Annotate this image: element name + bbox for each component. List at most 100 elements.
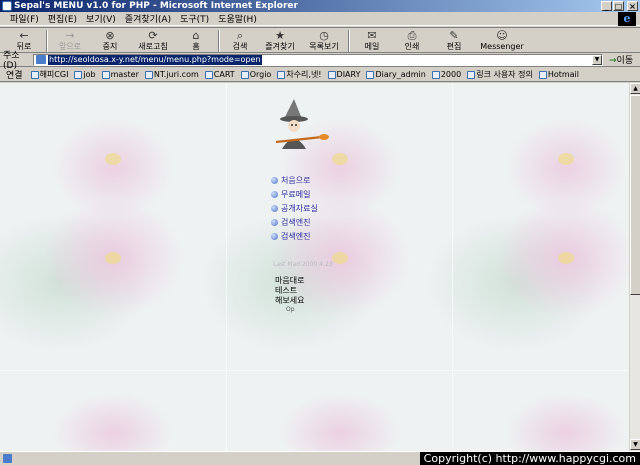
link-item[interactable]: 해피CGI xyxy=(30,69,68,80)
menu-tools[interactable]: 도구(T) xyxy=(180,12,209,25)
address-bar: 주소(D) http://seoldosa.x-y.net/menu/menu.… xyxy=(0,51,640,71)
menu-link-public-archive[interactable]: 공개자료실 xyxy=(271,201,318,215)
link-item[interactable]: Orgio xyxy=(240,70,271,79)
test-notice-text: 마음대로 테스트 해보세요 xyxy=(275,276,305,305)
lotus-flower-image xyxy=(558,153,574,165)
link-item[interactable]: Diary_admin xyxy=(366,70,426,79)
page-content: 처음으로 무료메일 공개자료실 검색엔진 검색엔진 Last Mad 2000.… xyxy=(0,83,629,451)
messenger-icon: ☺ xyxy=(496,29,508,42)
print-button[interactable]: ⎙ 인쇄 xyxy=(392,28,432,53)
menu-link-free-mail[interactable]: 무료메일 xyxy=(271,187,318,201)
link-page-icon xyxy=(240,70,249,79)
back-arrow-icon: ← xyxy=(19,29,29,42)
window-title: Sepal's MENU v1.0 for PHP - Microsoft In… xyxy=(14,1,298,11)
link-item[interactable]: 2000 xyxy=(431,70,461,79)
toolbar-separator xyxy=(218,30,220,52)
nav-menu: 처음으로 무료메일 공개자료실 검색엔진 검색엔진 xyxy=(271,173,318,243)
link-page-icon xyxy=(277,70,286,79)
link-page-icon xyxy=(366,70,375,79)
history-button[interactable]: ◷ 목록보기 xyxy=(302,28,346,53)
menu-favorites[interactable]: 즐겨찾기(A) xyxy=(125,12,171,25)
search-icon: ⌕ xyxy=(236,29,244,42)
link-page-icon xyxy=(327,70,336,79)
menu-link-home[interactable]: 처음으로 xyxy=(271,173,318,187)
menu-link-search-engine-2[interactable]: 검색엔진 xyxy=(271,229,318,243)
go-arrow-icon: → xyxy=(609,56,617,66)
link-item[interactable]: 링크 사용자 정의 xyxy=(467,69,533,80)
link-item[interactable]: 차수리,넷! xyxy=(277,69,322,80)
vertical-scrollbar[interactable]: ▲ ▼ xyxy=(629,83,640,451)
close-button[interactable]: × xyxy=(627,1,638,11)
tile-seam xyxy=(452,83,453,451)
tile-seam xyxy=(0,370,629,371)
refresh-button[interactable]: ⟳ 새로고침 xyxy=(130,28,176,53)
stop-button[interactable]: ⊗ 중지 xyxy=(90,28,130,53)
refresh-icon: ⟳ xyxy=(148,29,158,42)
link-item[interactable]: master xyxy=(101,70,139,79)
lotus-flower-image xyxy=(105,252,121,264)
search-button[interactable]: ⌕ 검색 xyxy=(222,28,258,53)
link-item[interactable]: job xyxy=(74,70,96,79)
menu-link-search-engine[interactable]: 검색엔진 xyxy=(271,215,318,229)
menu-edit[interactable]: 편집(E) xyxy=(48,12,77,25)
bullet-icon xyxy=(271,232,278,240)
lotus-flower-image xyxy=(105,153,121,165)
window-titlebar[interactable]: Sepal's MENU v1.0 for PHP - Microsoft In… xyxy=(0,0,640,12)
favorites-button[interactable]: ★ 즐겨찾기 xyxy=(258,28,302,53)
lotus-flower-image xyxy=(558,252,574,264)
tile-seam xyxy=(226,83,227,451)
open-link[interactable]: Op xyxy=(286,306,295,313)
address-input[interactable]: http://seoldosa.x-y.net/menu/menu.php?mo… xyxy=(33,53,603,66)
mail-button[interactable]: ✉ 메일 xyxy=(352,28,392,53)
link-page-icon xyxy=(467,70,476,79)
link-page-icon xyxy=(74,70,83,79)
link-item[interactable]: DIARY xyxy=(327,70,360,79)
wizard-mascot-image xyxy=(275,99,329,149)
status-bar: Copyright(c) http://www.happycgi.com xyxy=(0,451,640,465)
copyright-text: Copyright(c) http://www.happycgi.com xyxy=(419,452,640,465)
link-page-icon xyxy=(431,70,440,79)
bullet-icon xyxy=(271,190,278,198)
link-item[interactable]: Hotmail xyxy=(538,70,579,79)
link-item[interactable]: CART xyxy=(204,70,235,79)
faded-caption: Last Mad 2000.4.23 xyxy=(273,261,333,268)
bullet-icon xyxy=(271,204,278,212)
minimize-button[interactable]: _ xyxy=(601,1,612,11)
link-page-icon xyxy=(204,70,213,79)
address-url[interactable]: http://seoldosa.x-y.net/menu/menu.php?mo… xyxy=(48,54,262,65)
menu-bar: 파일(F) 편집(E) 보기(V) 즐겨찾기(A) 도구(T) 도움말(H) xyxy=(0,12,640,26)
link-page-icon xyxy=(538,70,547,79)
link-page-icon xyxy=(144,70,153,79)
home-icon: ⌂ xyxy=(192,29,200,42)
printer-icon: ⎙ xyxy=(407,29,417,42)
link-page-icon xyxy=(101,70,110,79)
go-button[interactable]: →이동 xyxy=(609,53,633,66)
links-bar: 연결 해피CGI job master NT.juri.com CART Org… xyxy=(0,68,640,82)
standard-toolbar: ← 뒤로 → 앞으로 ⊗ 중지 ⟳ 새로고침 ⌂ 홈 ⌕ 검색 ★ 즐겨찾기 ◷… xyxy=(0,27,640,53)
history-icon: ◷ xyxy=(319,29,329,42)
bullet-icon xyxy=(271,176,278,184)
scroll-thumb[interactable] xyxy=(630,95,640,295)
edit-pencil-icon: ✎ xyxy=(449,29,459,42)
toolbar-separator xyxy=(348,30,350,52)
messenger-button[interactable]: ☺ Messenger xyxy=(476,28,528,53)
ie-logo-icon: e xyxy=(618,12,636,26)
link-page-icon xyxy=(30,70,39,79)
maximize-button[interactable]: □ xyxy=(613,1,624,11)
mail-icon: ✉ xyxy=(367,29,377,42)
edit-button[interactable]: ✎ 편집 xyxy=(432,28,476,53)
home-button[interactable]: ⌂ 홈 xyxy=(176,28,216,53)
favorites-star-icon: ★ xyxy=(275,29,285,42)
lotus-flower-image xyxy=(332,252,348,264)
menu-file[interactable]: 파일(F) xyxy=(10,12,39,25)
scroll-down-button[interactable]: ▼ xyxy=(630,439,640,450)
page-icon xyxy=(36,55,46,64)
menu-view[interactable]: 보기(V) xyxy=(86,12,116,25)
status-page-icon xyxy=(3,454,12,463)
scroll-up-button[interactable]: ▲ xyxy=(630,83,640,94)
address-dropdown-button[interactable]: ▼ xyxy=(592,54,602,65)
menu-help[interactable]: 도움말(H) xyxy=(218,12,257,25)
forward-button[interactable]: → 앞으로 xyxy=(50,28,90,53)
link-item[interactable]: NT.juri.com xyxy=(144,70,199,79)
forward-arrow-icon: → xyxy=(65,29,75,42)
